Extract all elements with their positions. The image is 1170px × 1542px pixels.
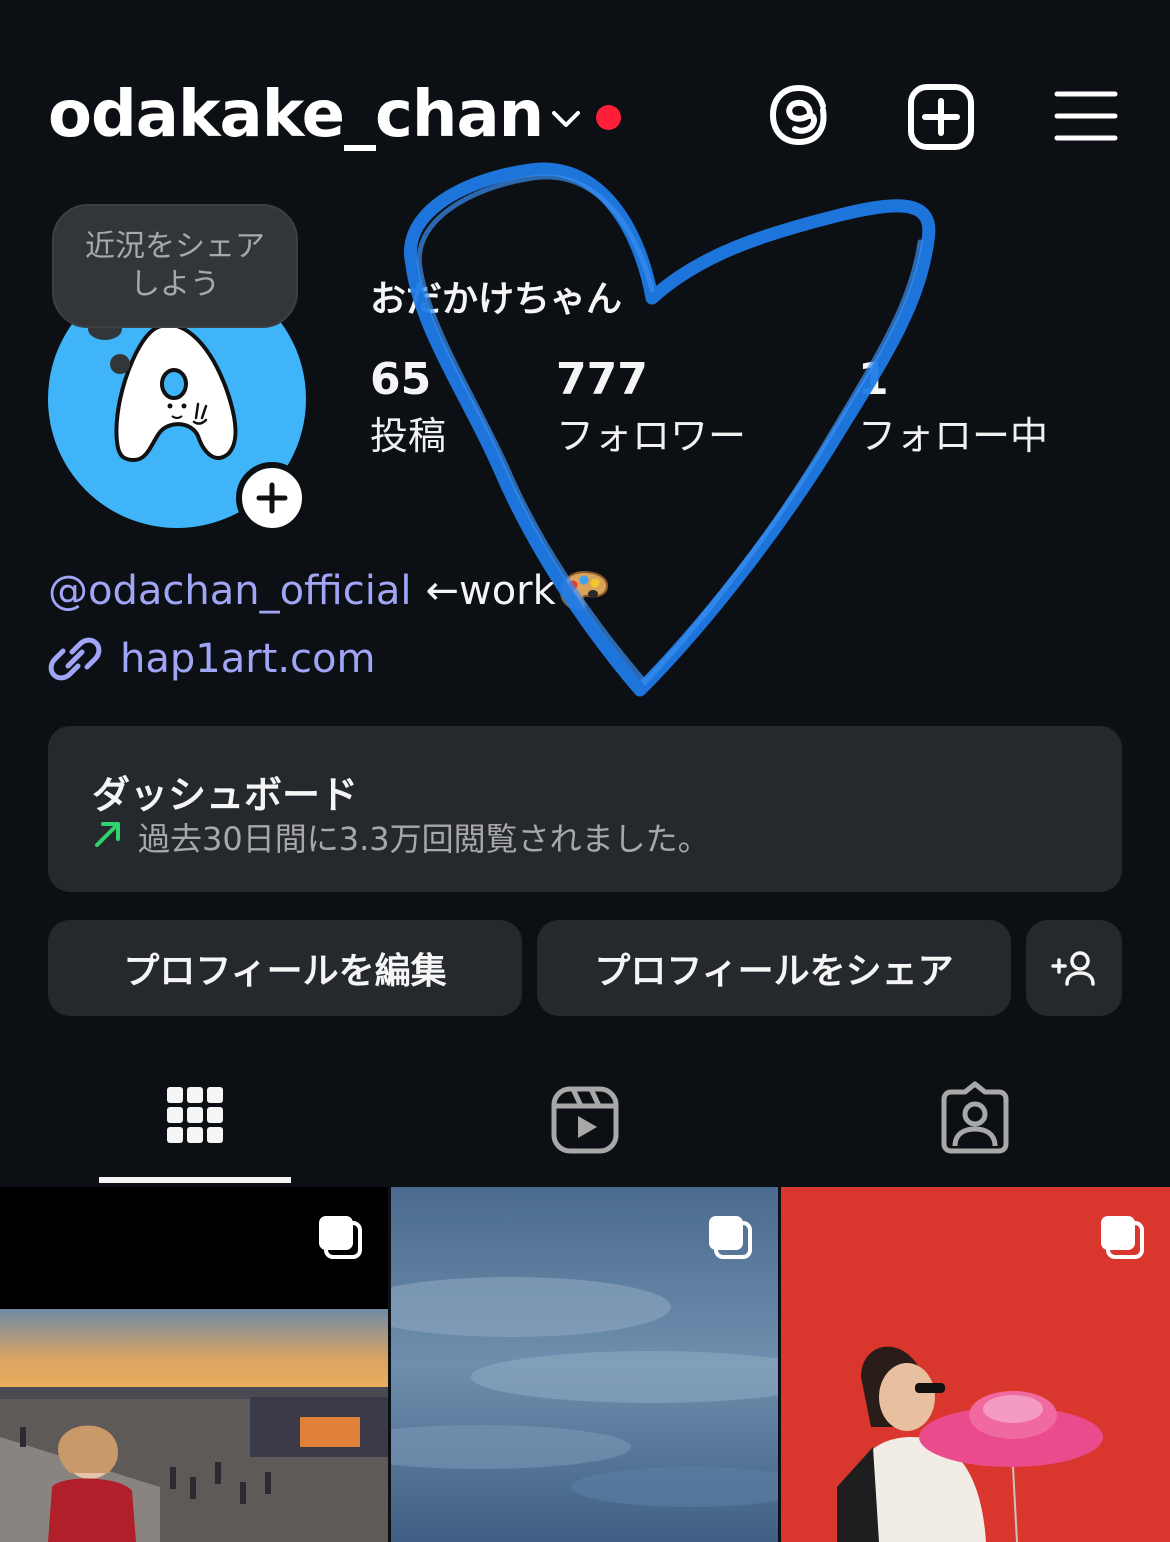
posts-stat[interactable]: 65 投稿 <box>370 354 446 460</box>
chevron-down-icon[interactable] <box>548 100 584 136</box>
notification-dot <box>596 105 621 130</box>
active-tab-indicator <box>99 1177 291 1183</box>
followers-stat[interactable]: 777 フォロワー <box>556 354 746 460</box>
username-title[interactable]: odakake_chan <box>48 78 544 152</box>
post-thumbnail-1[interactable] <box>0 1187 388 1542</box>
grid-icon[interactable] <box>155 1080 235 1160</box>
note-bubble[interactable]: 近況をシェア しよう <box>52 204 298 328</box>
followers-label: フォロワー <box>556 414 747 458</box>
note-bubble-tail-dot <box>110 354 130 374</box>
bio-text: ←work <box>425 568 556 614</box>
carousel-icon <box>1101 1216 1144 1259</box>
post-thumbnail-2[interactable] <box>391 1187 778 1542</box>
post-thumbnail-3[interactable] <box>781 1187 1170 1542</box>
posts-count: 65 <box>370 354 432 405</box>
display-name: おだかけちゃん <box>370 279 623 320</box>
trend-up-arrow-icon <box>95 822 120 847</box>
link-icon <box>48 637 102 681</box>
dashboard-title: ダッシュボード <box>92 773 359 817</box>
threads-icon[interactable] <box>764 80 834 150</box>
following-count: 1 <box>858 354 889 405</box>
edit-profile-button[interactable]: プロフィールを編集 <box>48 920 522 1016</box>
website-link[interactable]: hap1art.com <box>48 632 376 686</box>
share-profile-button[interactable]: プロフィールをシェア <box>537 920 1011 1016</box>
website-url[interactable]: hap1art.com <box>120 636 376 682</box>
tagged-icon[interactable] <box>935 1080 1015 1160</box>
palette-emoji-icon <box>559 570 608 612</box>
dashboard-subtitle: 過去30日間に3.3万回閲覧されました。 <box>138 820 710 858</box>
reels-icon[interactable] <box>545 1080 625 1160</box>
carousel-icon <box>319 1216 362 1259</box>
create-icon[interactable] <box>906 82 976 152</box>
bio: @odachan_official ←work <box>48 568 610 614</box>
add-story-button[interactable] <box>236 462 308 534</box>
carousel-icon <box>709 1216 752 1259</box>
note-text-line1: 近況をシェア <box>85 229 265 264</box>
following-label: フォロー中 <box>858 414 1049 458</box>
discover-people-button[interactable] <box>1026 920 1122 1016</box>
menu-icon[interactable] <box>1054 88 1118 144</box>
bio-mention-link[interactable]: @odachan_official <box>48 568 411 614</box>
plus-icon <box>256 482 288 514</box>
note-text-line2: しよう <box>130 267 220 302</box>
followers-count: 777 <box>556 354 648 405</box>
following-stat[interactable]: 1 フォロー中 <box>858 354 1048 460</box>
posts-label: 投稿 <box>370 414 447 458</box>
add-user-icon <box>1051 951 1095 986</box>
